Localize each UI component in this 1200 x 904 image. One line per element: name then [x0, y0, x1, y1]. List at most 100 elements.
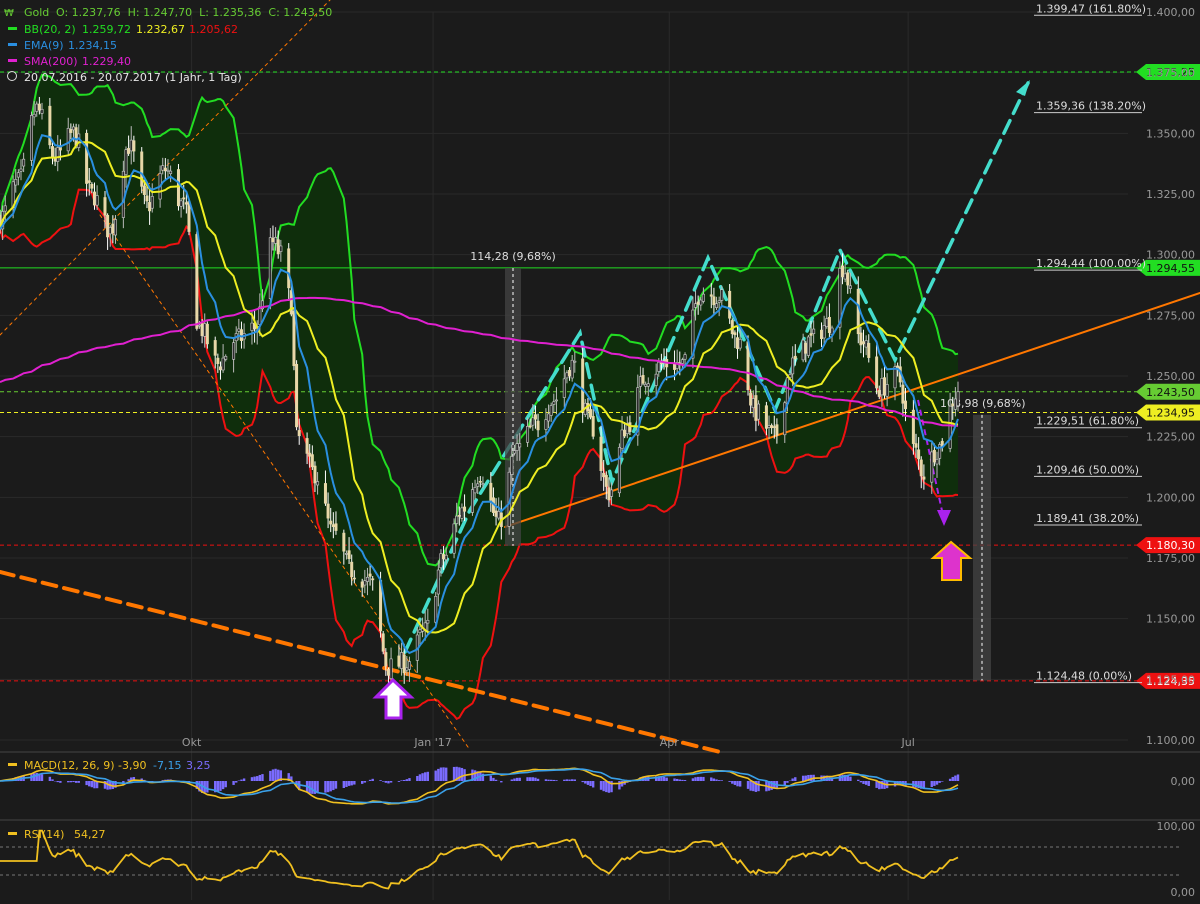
candle-body: [219, 367, 221, 370]
candle-body: [883, 378, 885, 396]
candle-body: [314, 466, 316, 483]
candle-body: [497, 511, 499, 518]
macd-histogram-bar: [679, 780, 681, 781]
candle-body: [335, 524, 337, 531]
candle-body: [878, 390, 880, 396]
bb-mid-value: 1.232,67: [136, 23, 185, 36]
macd-histogram-bar: [936, 781, 938, 785]
candle-body: [146, 196, 148, 201]
candle-body: [369, 574, 371, 576]
candle-body: [647, 384, 649, 387]
macd-histogram-bar: [529, 777, 531, 781]
macd-histogram-bar: [718, 780, 720, 781]
rsi-value: 54,27: [74, 828, 106, 841]
candle-body: [125, 150, 127, 175]
candle-body: [734, 333, 736, 335]
candle-body: [655, 374, 657, 385]
candle-body: [15, 179, 17, 185]
macd-histogram-bar: [385, 781, 387, 783]
price-level-label: 1.294,55: [1146, 262, 1195, 275]
candle-body: [75, 128, 77, 146]
rsi-legend-swatch: [8, 832, 17, 835]
candle-body: [434, 596, 436, 622]
candle-body: [293, 311, 295, 366]
macd-legend-swatch: [8, 763, 17, 766]
candle-body: [518, 444, 520, 447]
macd-histogram-bar: [495, 780, 497, 781]
candle-body: [366, 577, 368, 581]
candle-body: [957, 392, 959, 406]
macd-histogram-bar: [618, 781, 620, 789]
macd-histogram-bar: [332, 781, 334, 790]
macd-histogram-bar: [949, 779, 951, 781]
candle-body: [398, 656, 400, 666]
candle-body: [311, 455, 313, 467]
macd-histogram-bar: [516, 778, 518, 781]
candle-body: [225, 356, 227, 359]
candle-body: [807, 337, 809, 356]
candle-body: [710, 295, 712, 297]
macd-histogram-bar: [957, 774, 959, 781]
candle-body: [133, 141, 135, 151]
macd-histogram-bar: [697, 777, 699, 781]
gold-chart: 1.375,251.294,551.243,501.234,951.180,30…: [0, 0, 1200, 900]
macd-histogram-bar: [933, 781, 935, 786]
candle-body: [217, 358, 219, 364]
macd-histogram-bar: [364, 781, 366, 783]
macd-histogram-bar: [702, 777, 704, 781]
candle-body: [526, 426, 528, 442]
candle-body: [794, 356, 796, 359]
candle-body: [700, 300, 702, 305]
price-level-label: 1.243,50: [1146, 386, 1195, 399]
ema-legend-swatch: [8, 43, 17, 46]
candle-body: [461, 508, 463, 518]
macd-histogram-bar: [665, 778, 667, 781]
macd-histogram-bar: [232, 781, 234, 785]
macd-histogram-bar: [553, 780, 555, 781]
candle-body: [122, 171, 124, 217]
macd-histogram-bar: [369, 780, 371, 781]
rsi-legend-label: RSI(14): [24, 828, 64, 841]
candle-body: [844, 274, 846, 279]
macd-histogram-bar: [243, 778, 245, 781]
candle-body: [886, 385, 888, 397]
candle-body: [702, 294, 704, 301]
candle-body: [545, 420, 547, 430]
macd-histogram-bar: [379, 780, 381, 781]
macd-histogram-bar: [865, 781, 867, 785]
macd-histogram-bar: [440, 767, 442, 781]
macd-histogram-bar: [694, 777, 696, 781]
candle-body: [372, 579, 374, 580]
price-level-label: 1.234,95: [1146, 407, 1195, 420]
macd-histogram-bar: [421, 773, 423, 781]
candle-body: [332, 525, 334, 527]
macd-histogram-bar: [605, 781, 607, 792]
macd-histogram-bar: [954, 776, 956, 781]
macd-histogram-bar: [747, 781, 749, 789]
candles-icon: ₩: [4, 8, 14, 19]
candle-body: [639, 377, 641, 387]
macd-histogram-bar: [550, 780, 552, 781]
fibonacci-label: 1.359,36 (138.20%): [1036, 100, 1146, 113]
fibonacci-label: 1.124,48 (0.00%): [1036, 670, 1132, 683]
macd-histogram-bar: [49, 777, 51, 781]
candle-body: [902, 385, 904, 403]
candle-body: [106, 215, 108, 237]
macd-histogram-bar: [222, 781, 224, 789]
candle-body: [36, 104, 38, 111]
macd-histogram-bar: [786, 781, 788, 783]
candle-body: [72, 127, 74, 130]
candle-body: [206, 324, 208, 344]
candle-body: [752, 399, 754, 408]
macd-histogram-bar: [272, 769, 274, 781]
macd-legend-label: MACD(12, 26, 9): [24, 759, 115, 772]
candle-body: [602, 473, 604, 477]
candle-body: [343, 533, 345, 551]
macd-histogram-bar: [571, 779, 573, 781]
macd-histogram-bar: [681, 780, 683, 781]
y-tick-label: 1.175,00: [1146, 552, 1195, 565]
candle-body: [353, 578, 355, 579]
candle-body: [458, 515, 460, 516]
macd-histogram-bar: [584, 781, 586, 784]
candle-body: [802, 340, 804, 360]
